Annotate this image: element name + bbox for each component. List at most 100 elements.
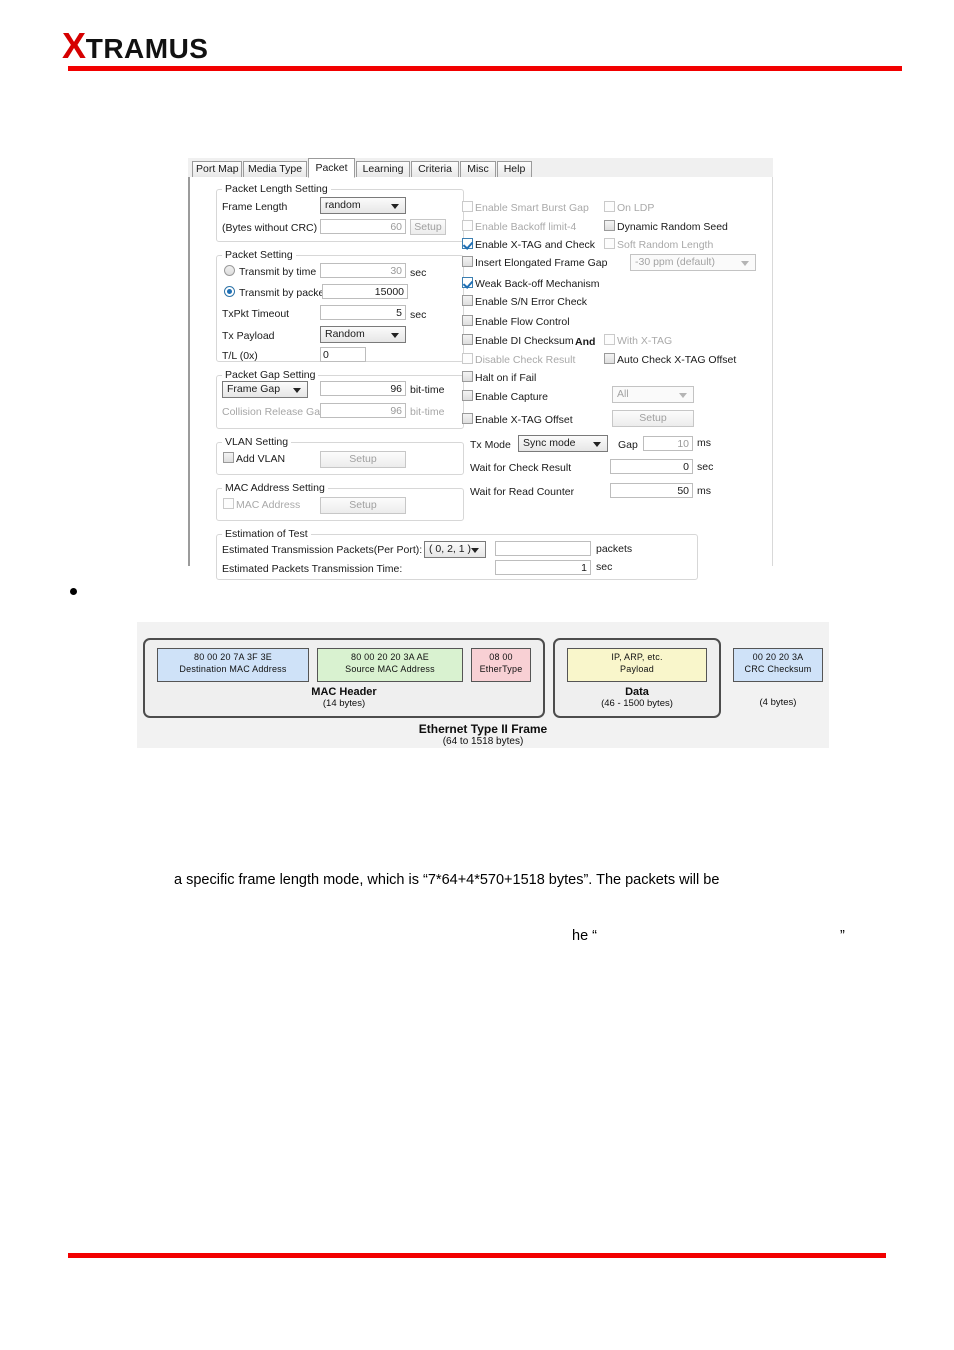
checkbox-indicator — [462, 390, 473, 401]
weak-backoff-mechanism-checkbox[interactable]: Weak Back-off Mechanism — [462, 277, 600, 291]
transmit-by-packet-input[interactable]: 15000 — [322, 284, 408, 299]
mac-setup-button[interactable]: Setup — [320, 497, 406, 514]
auto-check-xtag-offset-checkbox[interactable]: Auto Check X-TAG Offset — [604, 353, 736, 367]
data-title: Data — [625, 686, 649, 698]
payload-protocols: IP, ARP, etc. — [611, 652, 663, 662]
enable-capture-checkbox[interactable]: Enable Capture — [462, 390, 548, 404]
estimated-time-unit: sec — [596, 561, 613, 573]
enable-xtag-and-check-label: Enable X-TAG and Check — [475, 239, 596, 251]
add-vlan-checkbox[interactable]: Add VLAN — [223, 452, 285, 466]
packet-tab-panel: Packet Length Setting Frame Length rando… — [188, 177, 773, 580]
tab-learning[interactable]: Learning — [356, 161, 410, 177]
tx-mode-combo[interactable]: Sync mode — [518, 435, 608, 452]
wait-for-read-counter-input[interactable]: 50 — [610, 483, 693, 498]
with-xtag-label: With X-TAG — [617, 335, 673, 347]
ethertype-label: EtherType — [479, 663, 523, 674]
collision-release-gap-input[interactable]: 96 — [320, 403, 406, 418]
tl-label: T/L (0x) — [222, 350, 258, 362]
on-ldp-checkbox[interactable]: On LDP — [604, 201, 654, 215]
checkbox-indicator — [462, 371, 473, 382]
tab-criteria[interactable]: Criteria — [411, 161, 459, 177]
enable-xtag-offset-checkbox[interactable]: Enable X-TAG Offset — [462, 413, 573, 427]
port-selector-value: ( 0, 2, 1 ) — [429, 543, 472, 555]
enable-di-checksum-checkbox[interactable]: Enable DI Checksum — [462, 334, 574, 348]
checkbox-indicator — [462, 295, 473, 306]
estimated-packets-input[interactable] — [495, 541, 591, 556]
checkbox-indicator — [462, 256, 473, 267]
soft-random-length-checkbox[interactable]: Soft Random Length — [604, 238, 713, 252]
halt-on-if-fail-checkbox[interactable]: Halt on if Fail — [462, 371, 536, 385]
checkbox-indicator — [223, 452, 234, 463]
bytes-without-crc-label: (Bytes without CRC) — [222, 222, 318, 234]
checkbox-indicator — [462, 220, 473, 231]
tab-port-map[interactable]: Port Map — [192, 161, 242, 177]
wait-for-check-result-label: Wait for Check Result — [470, 462, 572, 474]
enable-xtag-and-check-checkbox[interactable]: Enable X-TAG and Check — [462, 238, 595, 252]
add-vlan-label: Add VLAN — [236, 453, 286, 465]
checkbox-indicator — [462, 334, 473, 345]
gap-type-combo[interactable]: Frame Gap — [222, 381, 308, 398]
wait-for-read-counter-label: Wait for Read Counter — [470, 486, 575, 498]
ppm-combo[interactable]: -30 ppm (default) — [630, 254, 756, 271]
chevron-down-icon — [593, 442, 601, 447]
transmit-by-time-radio[interactable]: Transmit by time — [224, 265, 316, 279]
gap-type-value: Frame Gap — [227, 383, 281, 395]
estimated-time-input[interactable]: 1 — [495, 560, 591, 575]
disable-check-result-checkbox[interactable]: Disable Check Result — [462, 353, 575, 367]
packet-length-setup-button[interactable]: Setup — [410, 219, 446, 235]
enable-smart-burst-gap-checkbox[interactable]: Enable Smart Burst Gap — [462, 201, 589, 215]
checkbox-indicator-checked — [462, 277, 473, 288]
chevron-down-icon — [679, 393, 687, 398]
frame-length-combo[interactable]: random — [320, 197, 406, 214]
wait-for-check-result-input[interactable]: 0 — [610, 459, 693, 474]
bytes-without-crc-input[interactable]: 60 — [320, 219, 406, 234]
txpkt-timeout-unit: sec — [410, 309, 427, 321]
insert-elongated-frame-gap-label: Insert Elongated Frame Gap — [475, 257, 608, 269]
vlan-setup-button[interactable]: Setup — [320, 451, 406, 468]
payload-field: IP, ARP, etc. Payload — [567, 648, 707, 682]
checkbox-indicator — [604, 201, 615, 212]
capture-filter-combo[interactable]: All — [612, 386, 694, 403]
body-paragraph-line-2-suffix: ” — [840, 928, 845, 944]
body-paragraph-line-1: a specific frame length mode, which is “… — [174, 872, 720, 888]
enable-sn-error-check-checkbox[interactable]: Enable S/N Error Check — [462, 295, 587, 309]
enable-flow-control-checkbox[interactable]: Enable Flow Control — [462, 315, 570, 329]
destination-mac-hex: 80 00 20 7A 3F 3E — [194, 652, 272, 662]
with-xtag-checkbox[interactable]: With X-TAG — [604, 334, 672, 348]
tab-misc[interactable]: Misc — [460, 161, 496, 177]
radio-indicator — [224, 265, 235, 276]
tab-media-type[interactable]: Media Type — [243, 161, 307, 177]
txpkt-timeout-input[interactable]: 5 — [320, 305, 406, 320]
checkbox-indicator — [604, 353, 615, 364]
dynamic-random-seed-checkbox[interactable]: Dynamic Random Seed — [604, 220, 728, 234]
wait-for-check-result-unit: sec — [697, 461, 714, 473]
collision-release-gap-unit: bit-time — [410, 406, 445, 418]
tl-input[interactable]: 0 — [320, 347, 366, 362]
footer-rule — [68, 1253, 886, 1258]
transmit-by-packet-radio[interactable]: Transmit by packet — [224, 286, 327, 300]
soft-random-length-label: Soft Random Length — [617, 239, 714, 251]
enable-backoff-limit4-checkbox[interactable]: Enable Backoff limit-4 — [462, 220, 576, 234]
tx-payload-combo[interactable]: Random — [320, 326, 406, 343]
checkbox-indicator-checked — [462, 238, 473, 249]
tx-mode-label: Tx Mode — [470, 439, 511, 451]
port-selector-combo[interactable]: ( 0, 2, 1 ) — [424, 541, 486, 558]
source-mac-hex: 80 00 20 20 3A AE — [351, 652, 429, 662]
chevron-down-icon — [293, 388, 301, 393]
packet-length-setting-label: Packet Length Setting — [222, 183, 331, 195]
transmit-by-time-input[interactable]: 30 — [320, 263, 406, 278]
ppm-value: -30 ppm (default) — [635, 256, 715, 268]
auto-check-xtag-offset-label: Auto Check X-TAG Offset — [617, 354, 737, 366]
gap-input[interactable]: 10 — [643, 436, 693, 451]
frame-gap-input[interactable]: 96 — [320, 381, 406, 396]
mac-header-caption: MAC Header (14 bytes) — [143, 686, 545, 709]
xtag-offset-setup-button[interactable]: Setup — [612, 410, 694, 427]
ethertype-hex: 08 00 — [489, 652, 513, 662]
packet-setting-label: Packet Setting — [222, 249, 296, 261]
crc-bytes-caption: (4 bytes) — [733, 697, 823, 708]
mac-address-checkbox[interactable]: MAC Address — [223, 498, 300, 512]
vlan-setting-label: VLAN Setting — [222, 436, 292, 448]
tab-packet[interactable]: Packet — [308, 158, 355, 178]
insert-elongated-frame-gap-checkbox[interactable]: Insert Elongated Frame Gap — [462, 256, 608, 270]
tab-help[interactable]: Help — [497, 161, 532, 177]
